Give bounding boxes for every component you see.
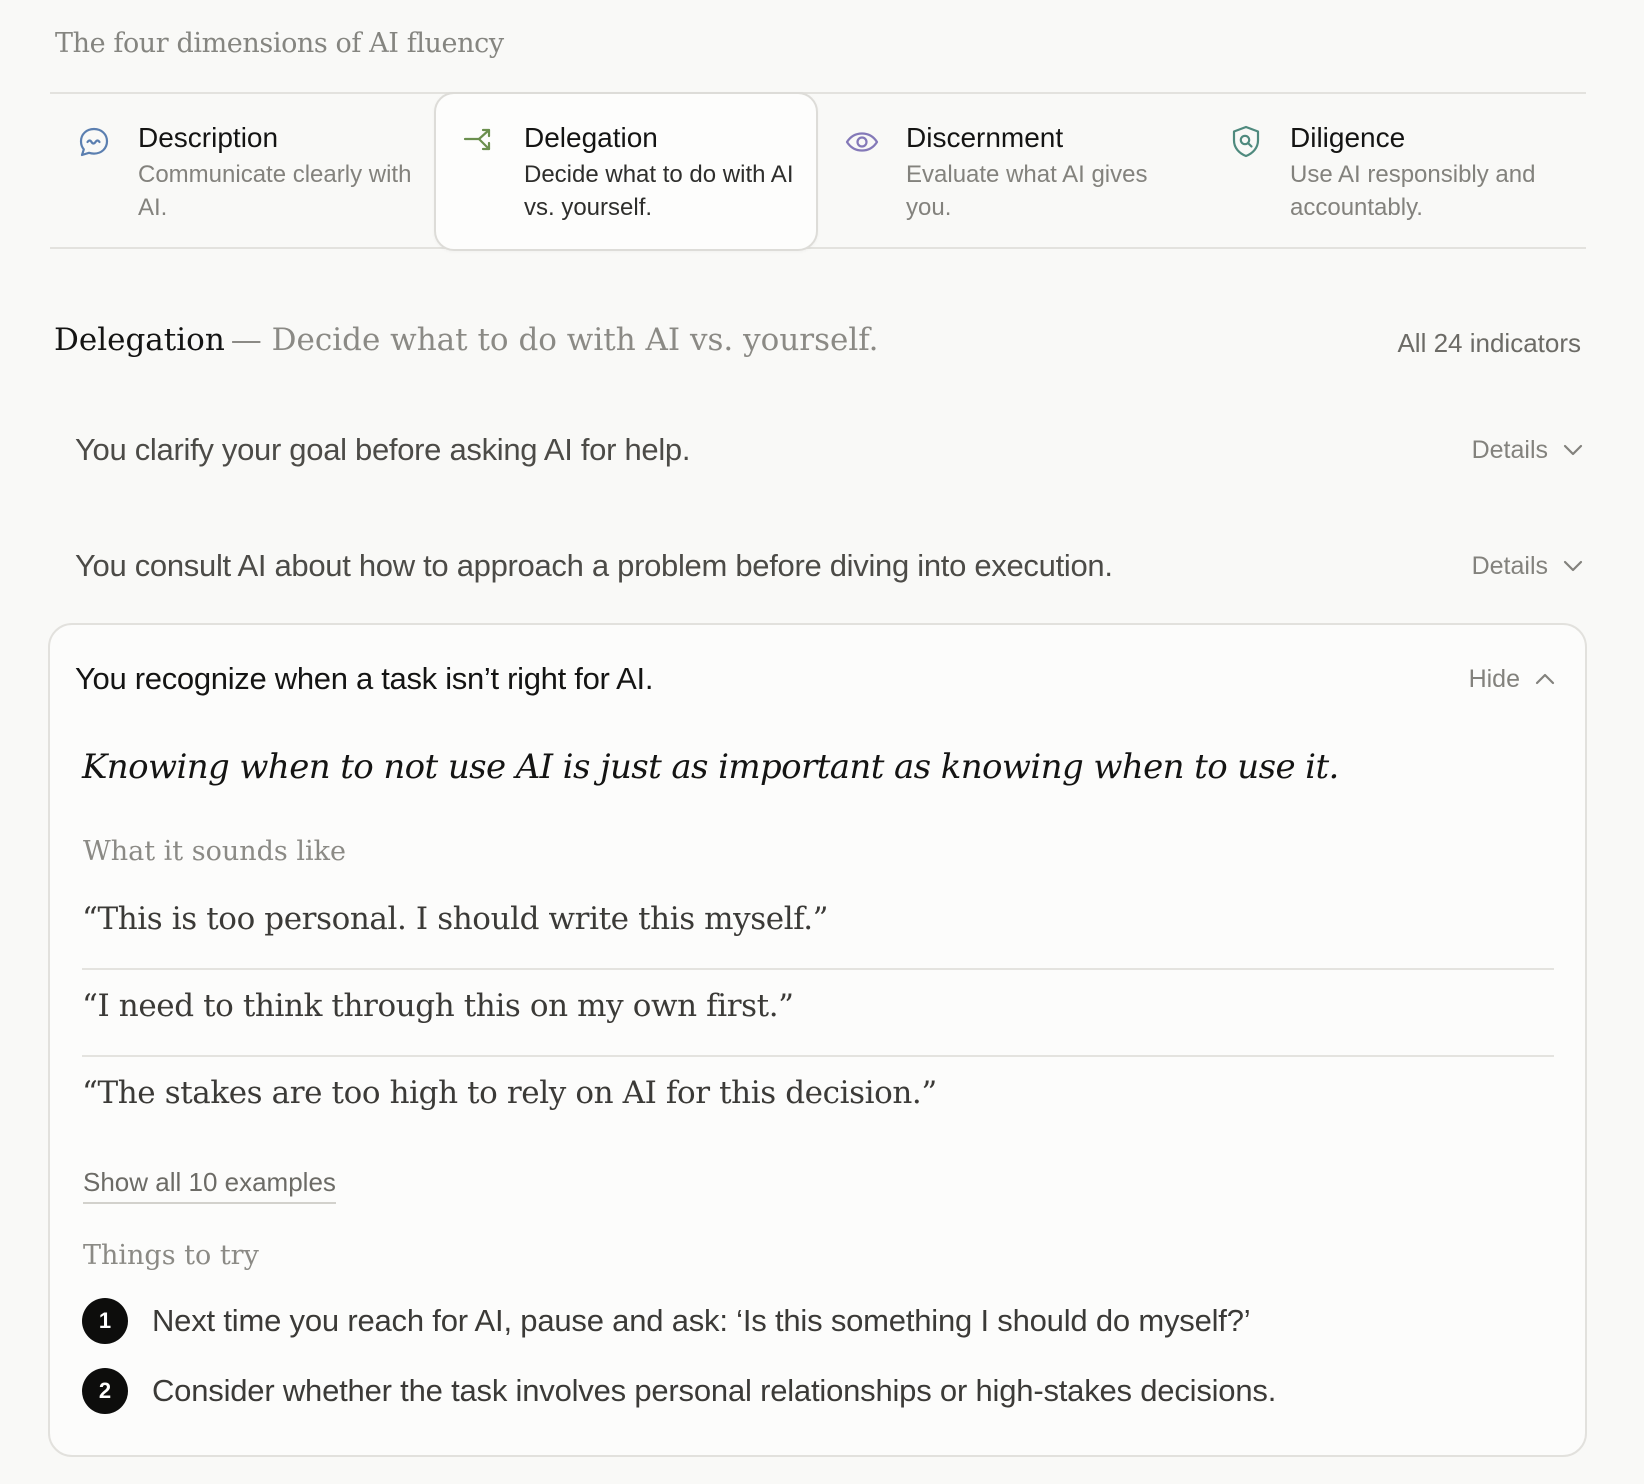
example-item: “The stakes are too high to rely on AI f… xyxy=(82,1075,937,1111)
indicator-row[interactable]: You clarify your goal before asking AI f… xyxy=(75,420,1584,480)
try-item: 1 Next time you reach for AI, pause and … xyxy=(82,1298,1276,1344)
section-heading: Delegation — Decide what to do with AI v… xyxy=(54,322,879,358)
examples-list: “This is too personal. I should write th… xyxy=(82,883,1554,1144)
indicator-row[interactable]: You consult AI about how to approach a p… xyxy=(75,536,1584,596)
show-all-examples-link[interactable]: Show all 10 examples xyxy=(83,1167,336,1204)
indicator-text: You clarify your goal before asking AI f… xyxy=(75,432,691,467)
example-item: “This is too personal. I should write th… xyxy=(82,883,1554,970)
tab-description[interactable]: Description Communicate clearly with AI. xyxy=(50,94,434,249)
expanded-indicator-card: You recognize when a task isn’t right fo… xyxy=(48,623,1587,1457)
try-item: 2 Consider whether the task involves per… xyxy=(82,1368,1276,1414)
try-text: Next time you reach for AI, pause and as… xyxy=(152,1303,1251,1338)
hide-toggle[interactable]: Hide xyxy=(1469,665,1556,694)
split-arrow-icon xyxy=(463,128,491,151)
dimension-title: Delegation xyxy=(524,122,658,153)
things-to-try-label: Things to try xyxy=(83,1240,259,1271)
dimension-title: Diligence xyxy=(1290,122,1406,153)
page-title: The four dimensions of AI fluency xyxy=(55,28,504,59)
chevron-down-icon xyxy=(1563,560,1583,572)
dimension-title: Discernment xyxy=(906,122,1064,153)
chat-bubble-icon xyxy=(79,127,109,157)
dimension-tabs: Description Communicate clearly with AI.… xyxy=(50,92,1586,251)
step-number-badge: 1 xyxy=(82,1298,128,1344)
step-number-badge: 2 xyxy=(82,1368,128,1414)
dimension-description: Evaluate what AI gives you. xyxy=(906,161,1148,221)
chevron-down-icon xyxy=(1563,444,1583,456)
dimension-title: Description xyxy=(138,122,279,153)
details-label: Details xyxy=(1471,551,1548,580)
things-to-try-list: 1 Next time you reach for AI, pause and … xyxy=(82,1298,1276,1438)
indicator-text: You consult AI about how to approach a p… xyxy=(75,548,1113,583)
details-toggle[interactable]: Details xyxy=(1472,436,1584,465)
dimension-description: Use AI responsibly and accountably. xyxy=(1290,161,1536,221)
chevron-up-icon xyxy=(1535,673,1555,685)
tab-diligence[interactable]: Diligence Use AI responsibly and account… xyxy=(1202,94,1586,249)
dimension-description: Communicate clearly with AI. xyxy=(138,161,412,221)
section-subtitle: — Decide what to do with AI vs. yourself… xyxy=(230,322,879,358)
card-header[interactable]: You recognize when a task isn’t right fo… xyxy=(75,657,1556,701)
indicator-quote: Knowing when to not use AI is just as im… xyxy=(82,747,1339,787)
all-indicators-link[interactable]: All 24 indicators xyxy=(1397,328,1581,359)
hide-label: Hide xyxy=(1468,664,1520,693)
example-item: “I need to think through this on my own … xyxy=(82,970,1554,1057)
sounds-like-label: What it sounds like xyxy=(83,836,346,867)
tab-delegation[interactable]: Delegation Decide what to do with AI vs.… xyxy=(434,92,818,251)
tab-discernment[interactable]: Discernment Evaluate what AI gives you. xyxy=(818,94,1202,249)
try-text: Consider whether the task involves perso… xyxy=(152,1373,1277,1408)
indicator-title: You recognize when a task isn’t right fo… xyxy=(75,661,654,696)
dimension-description: Decide what to do with AI vs. yourself. xyxy=(524,161,794,221)
details-toggle[interactable]: Details xyxy=(1472,552,1584,581)
eye-icon xyxy=(845,132,879,152)
shield-search-icon xyxy=(1232,125,1260,158)
section-name: Delegation xyxy=(54,322,225,358)
details-label: Details xyxy=(1471,435,1548,464)
